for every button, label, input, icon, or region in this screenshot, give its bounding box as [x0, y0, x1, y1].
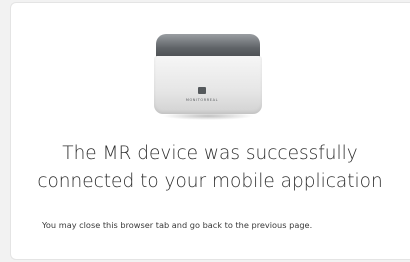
- device-front: [154, 56, 262, 114]
- success-title-line-1: The MR device was successfully: [62, 143, 358, 164]
- success-title-line-2: connected to your mobile application: [37, 171, 383, 192]
- device-image: MONITORREAL: [148, 34, 268, 122]
- device-brand-text: MONITORREAL: [185, 98, 219, 102]
- device-logo-icon: [198, 87, 206, 94]
- close-tab-instruction: You may close this browser tab and go ba…: [42, 220, 313, 230]
- success-title: The MR device was successfully connected…: [10, 140, 410, 196]
